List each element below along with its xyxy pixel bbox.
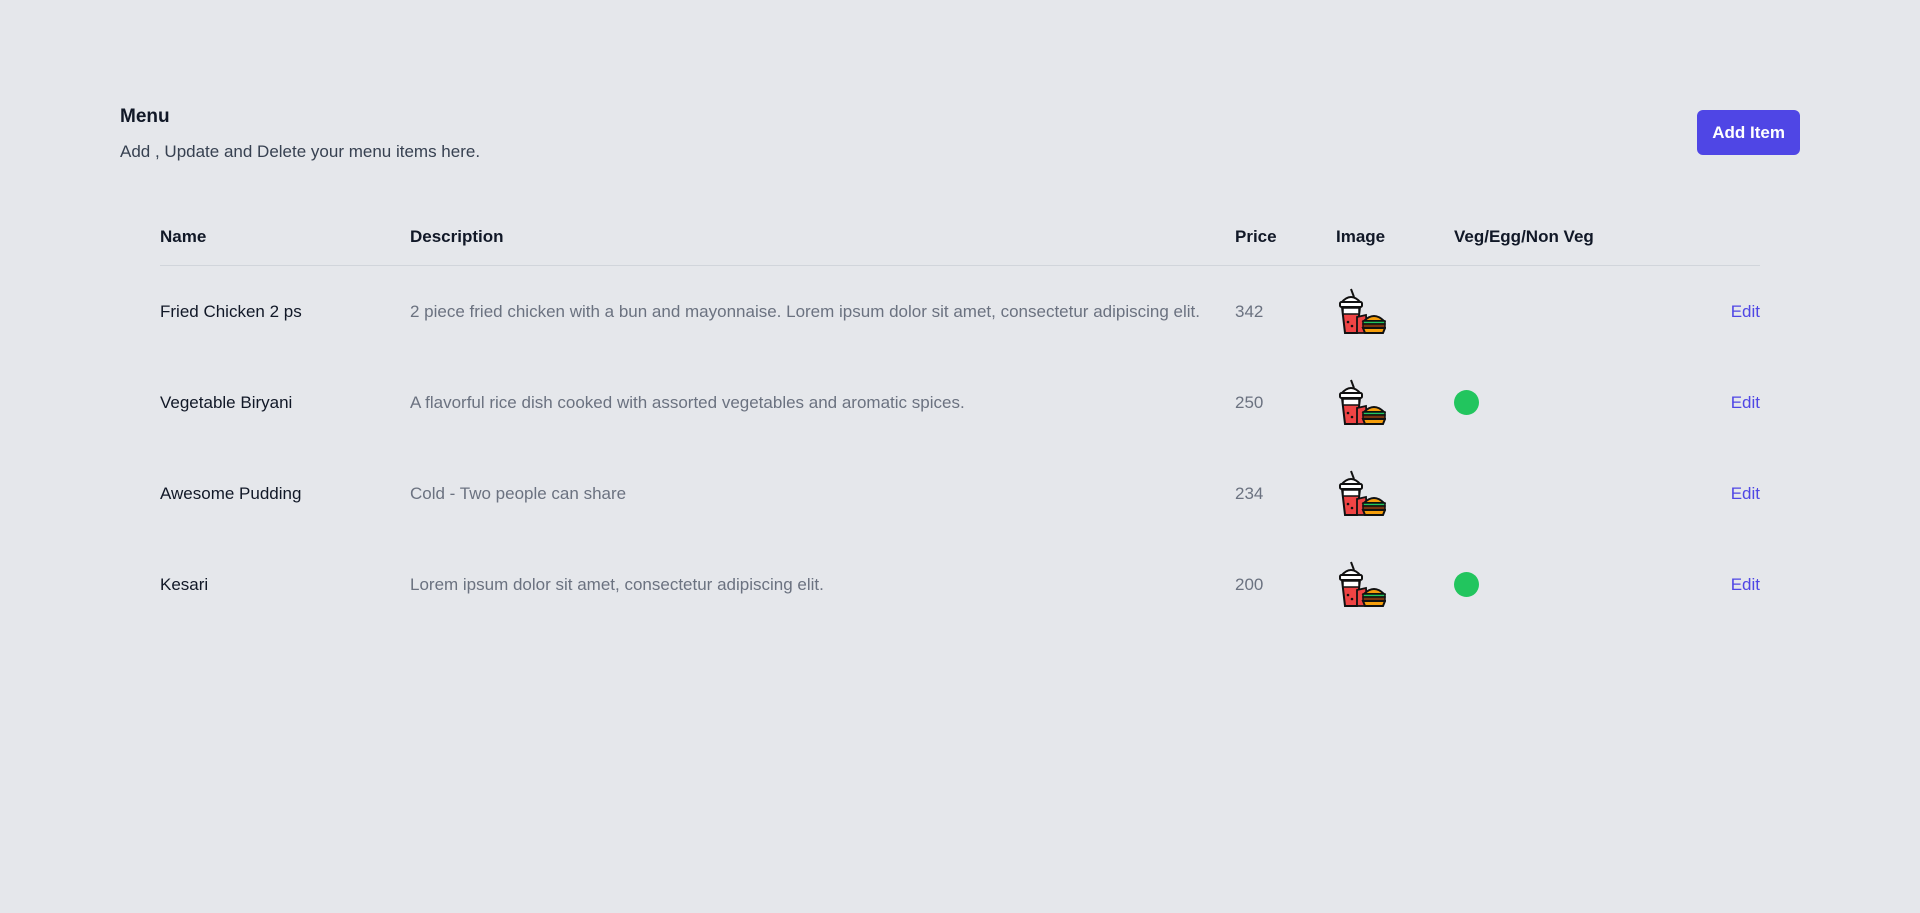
column-header-image: Image bbox=[1336, 209, 1454, 266]
page-header: Menu Add , Update and Delete your menu i… bbox=[120, 105, 1800, 163]
food-combo-icon bbox=[1336, 560, 1454, 610]
edit-cell: Edit bbox=[1654, 357, 1760, 448]
item-price: 234 bbox=[1235, 483, 1264, 503]
item-image-cell bbox=[1336, 448, 1454, 539]
add-item-button[interactable]: Add Item bbox=[1697, 110, 1800, 155]
item-name: Fried Chicken 2 ps bbox=[160, 301, 302, 321]
item-name: Kesari bbox=[160, 574, 209, 594]
edit-cell: Edit bbox=[1654, 448, 1760, 539]
edit-link[interactable]: Edit bbox=[1731, 484, 1760, 503]
veg-indicator-dot bbox=[1454, 572, 1479, 597]
food-combo-icon bbox=[1336, 469, 1454, 519]
item-description: Cold - Two people can share bbox=[410, 483, 627, 503]
item-price: 342 bbox=[1235, 301, 1264, 321]
item-image-cell bbox=[1336, 357, 1454, 448]
item-price: 250 bbox=[1235, 392, 1264, 412]
edit-cell: Edit bbox=[1654, 266, 1760, 358]
veg-indicator-cell bbox=[1454, 357, 1654, 448]
page-subtitle: Add , Update and Delete your menu items … bbox=[120, 142, 481, 161]
edit-link[interactable]: Edit bbox=[1731, 302, 1760, 321]
column-header-description: Description bbox=[410, 209, 1235, 266]
item-description: 2 piece fried chicken with a bun and may… bbox=[410, 301, 1200, 321]
food-combo-icon bbox=[1336, 287, 1454, 337]
item-image-cell bbox=[1336, 266, 1454, 358]
page-title: Menu bbox=[120, 106, 170, 127]
veg-indicator-dot bbox=[1454, 390, 1479, 415]
table-row: Kesari Lorem ipsum dolor sit amet, consec… bbox=[160, 539, 1760, 630]
column-header-actions bbox=[1654, 209, 1760, 266]
menu-table: Name Description Price Image Veg/Egg/Non… bbox=[160, 209, 1760, 630]
table-header-row: Name Description Price Image Veg/Egg/Non… bbox=[160, 209, 1760, 266]
food-combo-icon bbox=[1336, 378, 1454, 428]
item-description: Lorem ipsum dolor sit amet, consectetur … bbox=[410, 574, 824, 594]
menu-table-container: Name Description Price Image Veg/Egg/Non… bbox=[160, 209, 1760, 630]
table-row: Vegetable Biryani A flavorful rice dish c… bbox=[160, 357, 1760, 448]
table-row: Fried Chicken 2 ps 2 piece fried chicken … bbox=[160, 266, 1760, 358]
edit-cell: Edit bbox=[1654, 539, 1760, 630]
column-header-price: Price bbox=[1235, 209, 1336, 266]
edit-link[interactable]: Edit bbox=[1731, 393, 1760, 412]
veg-indicator-cell bbox=[1454, 448, 1654, 539]
item-description: A flavorful rice dish cooked with assort… bbox=[410, 392, 965, 412]
veg-indicator-cell bbox=[1454, 266, 1654, 358]
table-row: Awesome Pudding Cold - Two people can sha… bbox=[160, 448, 1760, 539]
table-body: Fried Chicken 2 ps 2 piece fried chicken … bbox=[160, 266, 1760, 631]
item-image-cell bbox=[1336, 539, 1454, 630]
veg-indicator-cell bbox=[1454, 539, 1654, 630]
column-header-veg: Veg/Egg/Non Veg bbox=[1454, 209, 1654, 266]
item-name: Awesome Pudding bbox=[160, 483, 302, 503]
menu-page: Menu Add , Update and Delete your menu i… bbox=[0, 0, 1920, 913]
column-header-name: Name bbox=[160, 209, 410, 266]
item-price: 200 bbox=[1235, 574, 1264, 594]
item-name: Vegetable Biryani bbox=[160, 392, 293, 412]
edit-link[interactable]: Edit bbox=[1731, 575, 1760, 594]
